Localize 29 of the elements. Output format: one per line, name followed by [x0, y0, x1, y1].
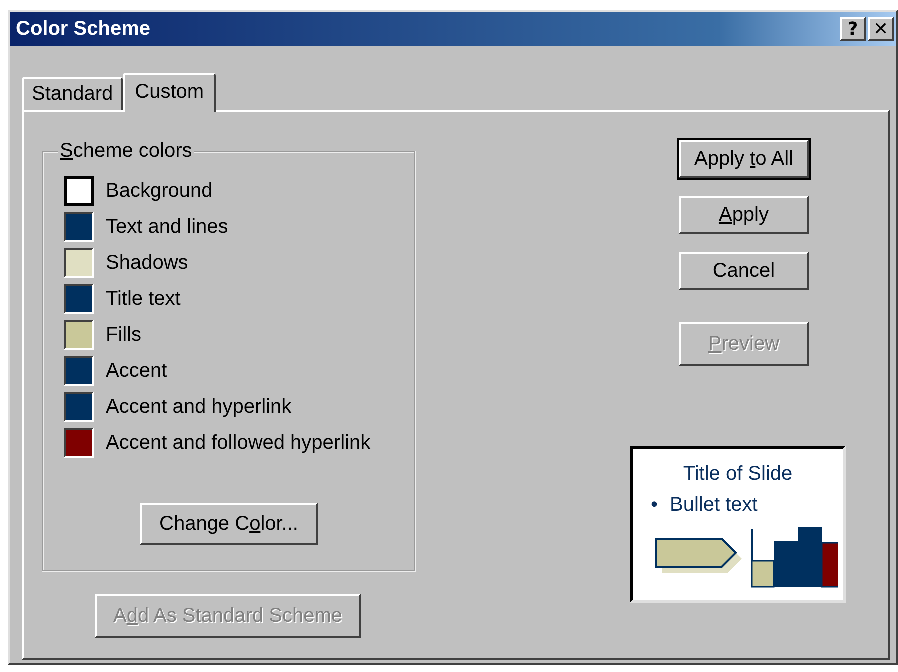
color-swatch[interactable]: [64, 392, 94, 422]
dialog-button[interactable]: Cancel: [679, 252, 809, 290]
window-title: Color Scheme: [16, 18, 152, 40]
color-swatch[interactable]: [64, 320, 94, 350]
bullet-text: Bullet text: [670, 494, 758, 517]
color-swatch[interactable]: [64, 356, 94, 386]
color-label: Accent and hyperlink: [106, 396, 292, 418]
bullet-icon: •: [651, 494, 658, 517]
group-title: Scheme colors: [59, 140, 194, 163]
color-label: Shadows: [106, 252, 188, 274]
color-swatch[interactable]: [64, 428, 94, 458]
color-label: Fills: [106, 324, 142, 346]
color-swatch[interactable]: [64, 176, 94, 206]
tab[interactable]: Custom: [123, 73, 216, 112]
close-button[interactable]: ✕: [868, 17, 894, 41]
color-swatch[interactable]: [64, 284, 94, 314]
color-label: Text and lines: [106, 216, 228, 238]
color-swatch[interactable]: [64, 212, 94, 242]
tab[interactable]: Standard: [22, 77, 124, 110]
slide-title: Title of Slide: [683, 463, 793, 486]
help-button[interactable]: ?: [840, 17, 866, 41]
color-label: Accent: [106, 360, 168, 382]
change-color-button[interactable]: Change Color...: [140, 503, 318, 545]
color-label: Accent and followed hyperlink: [106, 432, 371, 454]
color-swatch[interactable]: [64, 248, 94, 278]
color-label: Title text: [106, 288, 181, 310]
color-label: Background: [106, 180, 213, 202]
dialog-button[interactable]: Apply: [679, 196, 809, 234]
dialog-button[interactable]: Apply to All: [679, 140, 809, 178]
